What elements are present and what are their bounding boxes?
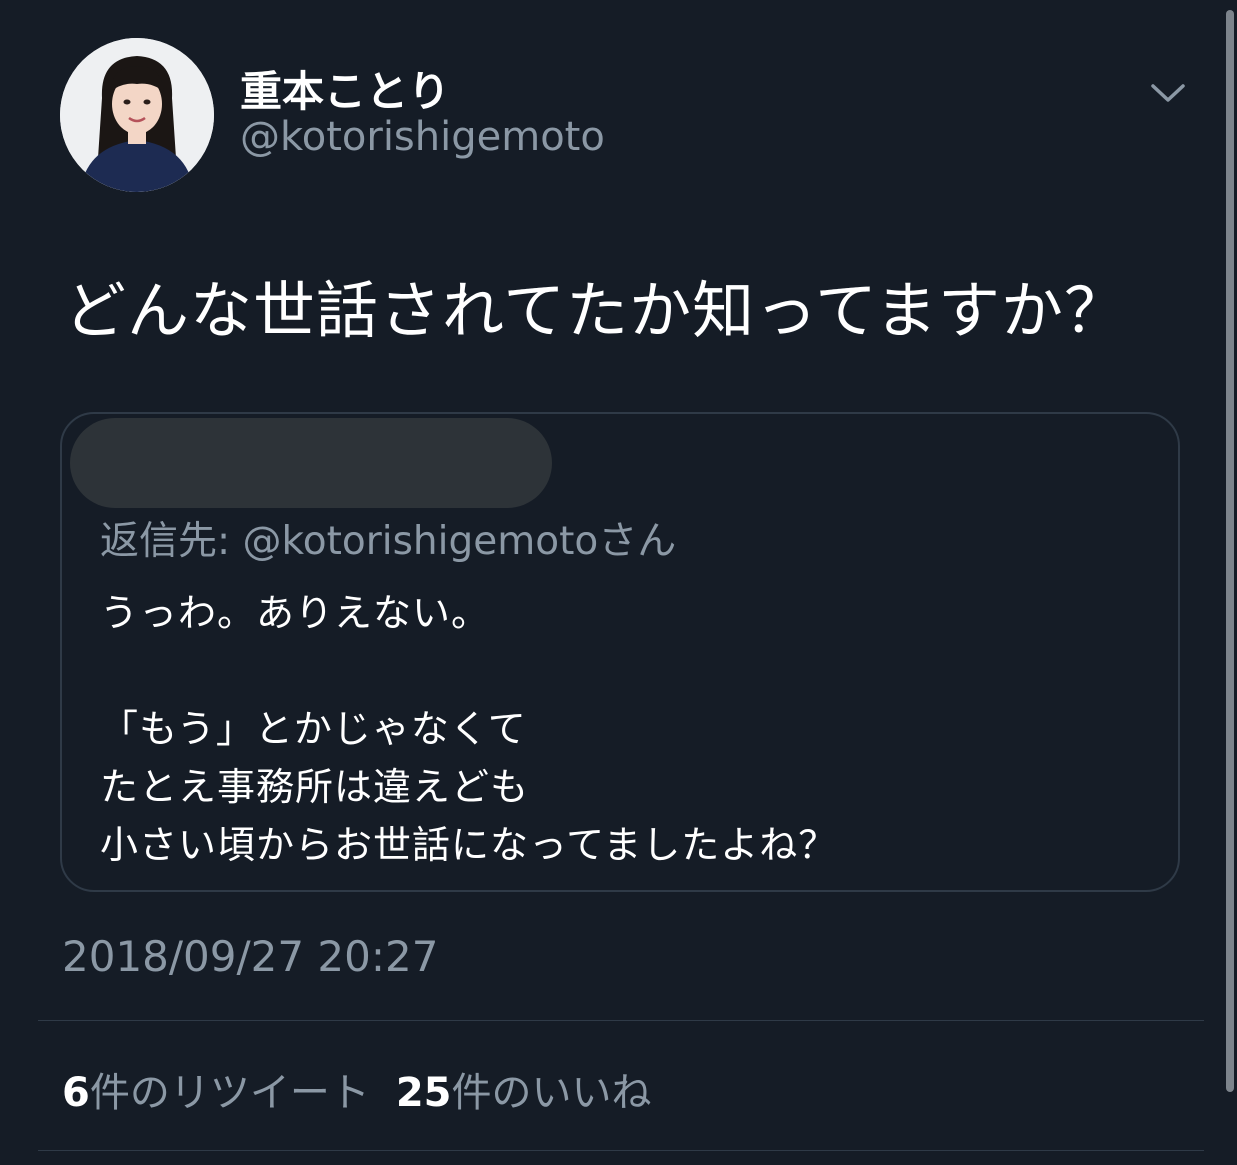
retweets-count: 6 xyxy=(62,1070,90,1116)
scrollbar[interactable] xyxy=(1226,10,1234,1092)
author-display-name[interactable]: 重本ことり xyxy=(240,58,450,119)
avatar[interactable] xyxy=(60,38,214,192)
reply-to-text: 返信先: @kotorishigemotoさん xyxy=(100,519,677,564)
likes-count: 25 xyxy=(395,1070,452,1116)
redacted-quoted-author xyxy=(70,418,552,508)
tweet-text: どんな世話されてたか知ってますか？ xyxy=(64,274,1127,347)
likes-stat[interactable]: 25件のいいね xyxy=(396,1060,652,1118)
chevron-down-icon[interactable] xyxy=(1148,74,1188,110)
tweet-detail: 重本ことり @kotorishigemoto どんな世話されてたか知ってますか？… xyxy=(0,0,1237,1165)
engagement-stats: 6件のリツイート 25件のいいね xyxy=(62,1060,652,1118)
quoted-tweet-line: 小さい頃からお世話になってましたよね？ xyxy=(100,823,838,867)
retweets-label: 件のリツイート xyxy=(89,1070,370,1116)
author-handle[interactable]: @kotorishigemoto xyxy=(240,114,605,160)
quoted-tweet-line: 「もう」とかじゃなくて xyxy=(100,707,527,751)
quoted-tweet-line: うっわ。ありえない。 xyxy=(100,591,491,635)
quoted-tweet-line: たとえ事務所は違えども xyxy=(100,765,530,809)
retweets-stat[interactable]: 6件のリツイート xyxy=(62,1060,370,1118)
tweet-timestamp[interactable]: 2018/09/27 20:27 xyxy=(62,932,438,981)
quoted-tweet[interactable]: 返信先: @kotorishigemotoさん うっわ。ありえない。 「もう」と… xyxy=(60,412,1180,892)
divider xyxy=(38,1020,1204,1021)
divider xyxy=(38,1150,1204,1151)
avatar-image xyxy=(60,38,214,192)
likes-label: 件のいいね xyxy=(451,1070,652,1116)
